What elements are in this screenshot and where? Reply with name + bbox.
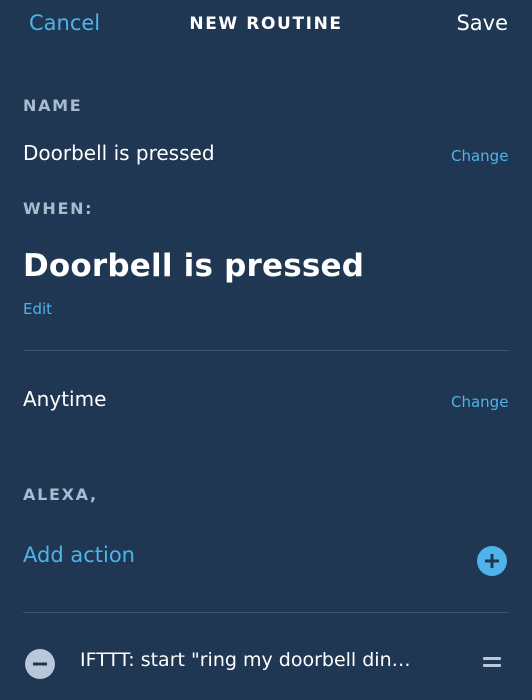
change-name-link[interactable]: Change (451, 147, 508, 165)
trigger-title: Doorbell is pressed (23, 248, 365, 284)
plus-glyph (485, 554, 499, 568)
minus-circle-icon[interactable] (25, 649, 55, 679)
new-routine-screen: Cancel NEW ROUTINE Save NAME Doorbell is… (0, 0, 532, 700)
add-action-button[interactable]: Add action (23, 543, 135, 567)
alexa-section-label: ALEXA, (23, 485, 98, 504)
change-schedule-link[interactable]: Change (451, 393, 508, 411)
routine-name-value[interactable]: Doorbell is pressed (23, 141, 215, 165)
save-button[interactable]: Save (456, 11, 508, 35)
divider (23, 612, 509, 613)
schedule-value[interactable]: Anytime (23, 387, 106, 411)
plus-circle-icon[interactable] (477, 546, 507, 576)
when-section-label: WHEN: (23, 199, 94, 218)
divider (23, 350, 509, 351)
action-item-label[interactable]: IFTTT: start "ring my doorbell din… (80, 649, 452, 671)
minus-glyph (33, 662, 47, 666)
drag-handle-icon[interactable] (483, 657, 501, 669)
edit-trigger-link[interactable]: Edit (23, 300, 52, 318)
page-title: NEW ROUTINE (189, 14, 343, 34)
name-section-label: NAME (23, 96, 83, 115)
